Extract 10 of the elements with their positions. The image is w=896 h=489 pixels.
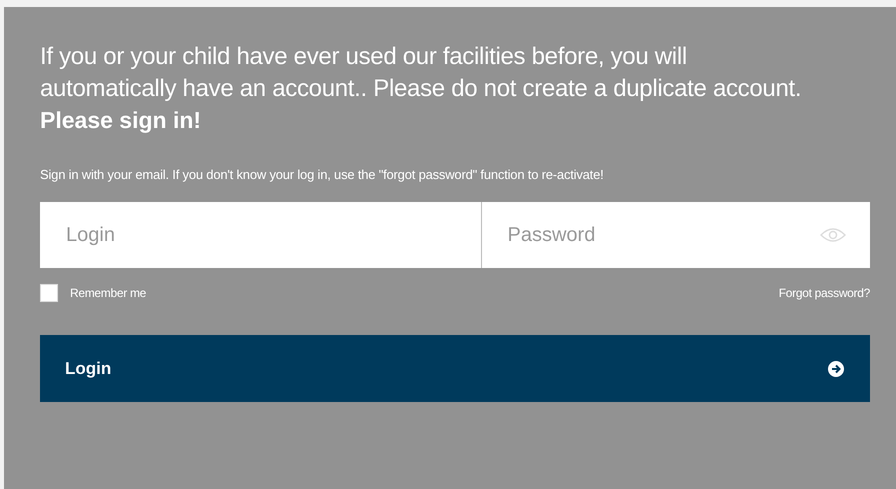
password-field[interactable]: Password <box>482 202 870 268</box>
login-field[interactable]: Login <box>40 202 480 268</box>
remember-checkbox[interactable] <box>40 284 58 302</box>
intro-text: If you or your child have ever used our facilities before, you will automatically have an account.. Please do not create a duplicate account. <box>40 42 802 104</box>
eye-icon[interactable] <box>820 227 846 243</box>
remember-label: Remember me <box>70 286 146 300</box>
sign-in-heading: Please sign in! <box>40 106 202 135</box>
arrow-circle-icon <box>827 360 845 378</box>
hint-text: Sign in with your email. If you don't know your log in, use the "forgot password" function to re-activate! <box>40 167 605 182</box>
login-button[interactable]: Login <box>40 335 870 402</box>
